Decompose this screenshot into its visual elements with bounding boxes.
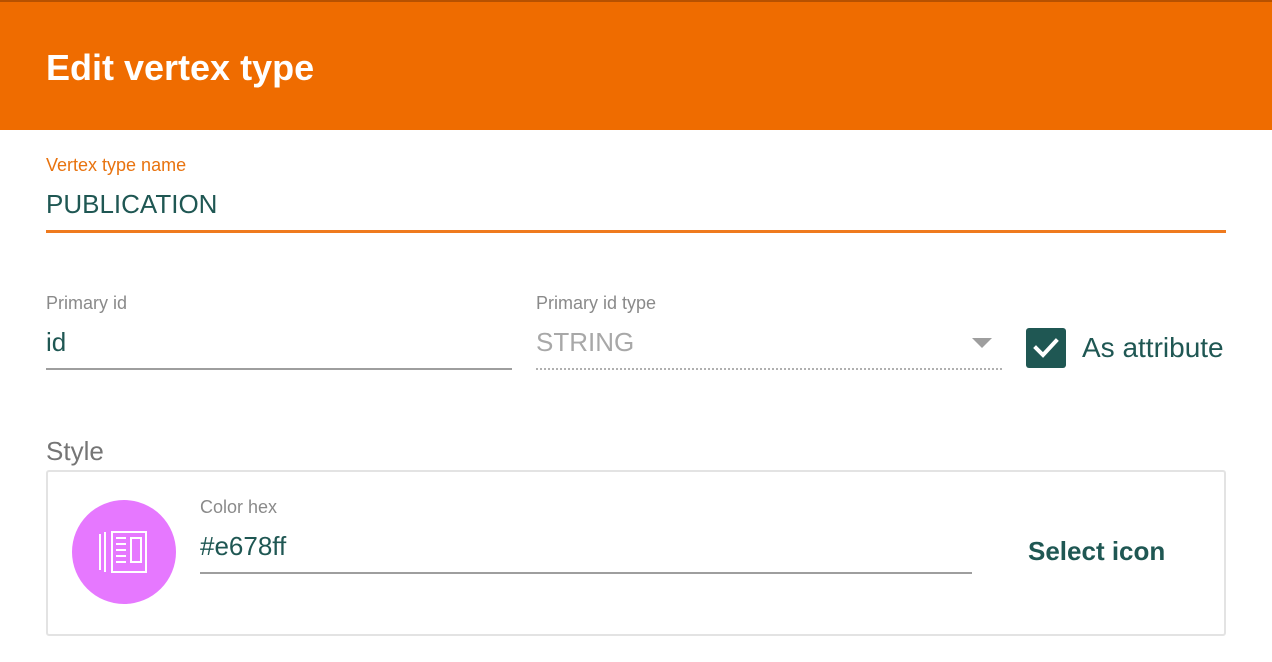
- vertex-type-name-input[interactable]: [46, 188, 1226, 220]
- color-hex-label: Color hex: [200, 497, 278, 517]
- as-attribute-checkbox[interactable]: [1026, 328, 1066, 368]
- style-section-label: Style: [46, 436, 104, 466]
- vertex-type-name-underline: [46, 230, 1226, 233]
- dialog-title: Edit vertex type: [46, 47, 315, 88]
- dropdown-arrow-icon: [972, 338, 992, 348]
- primary-id-input[interactable]: [46, 326, 512, 358]
- checkmark-icon: [1033, 338, 1059, 358]
- primary-id-label: Primary id: [46, 293, 128, 313]
- as-attribute-label[interactable]: As attribute: [1082, 331, 1224, 365]
- primary-id-type-label: Primary id type: [536, 293, 657, 313]
- book-icon: [99, 531, 147, 573]
- primary-id-type-underline: [536, 368, 1002, 370]
- vertex-type-name-label: Vertex type name: [46, 155, 187, 175]
- select-icon-button[interactable]: Select icon: [1010, 534, 1183, 568]
- color-hex-underline: [200, 572, 972, 574]
- primary-id-underline: [46, 368, 512, 370]
- primary-id-type-select[interactable]: STRING: [536, 326, 1002, 370]
- vertex-icon-preview: [72, 500, 176, 604]
- color-hex-input[interactable]: [200, 530, 972, 562]
- primary-id-type-value: STRING: [536, 327, 635, 357]
- dialog-header: Edit vertex type: [0, 0, 1272, 130]
